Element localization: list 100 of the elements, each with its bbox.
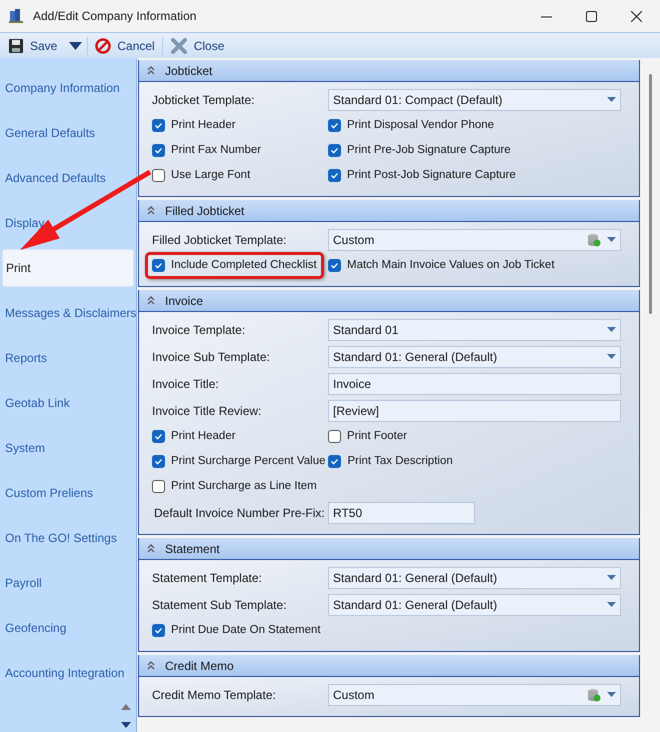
checkbox-label: Use Large Font: [171, 168, 250, 183]
sidebar-item[interactable]: Messages & Disclaimers: [0, 294, 136, 332]
checkbox-label: Match Main Invoice Values on Job Ticket: [347, 258, 555, 273]
checkbox-label: Print Pre-Job Signature Capture: [347, 142, 511, 158]
field-label: Filled Jobticket Template:: [152, 232, 288, 248]
dropdown-value: Standard 01: General (Default): [333, 596, 498, 614]
section-title: Credit Memo: [165, 658, 234, 674]
dropdown-value: Custom: [333, 232, 376, 248]
section-header[interactable]: Credit Memo: [139, 655, 639, 677]
collapse-chevron-icon: [147, 296, 155, 305]
sidebar-item[interactable]: Print: [2, 249, 134, 287]
dropdown-value: Standard 01: Compact (Default): [333, 92, 504, 108]
section-title: Invoice: [165, 292, 204, 310]
save-button[interactable]: Save: [6, 34, 60, 56]
section-header[interactable]: Jobticket: [139, 60, 639, 82]
checkbox[interactable]: [152, 430, 165, 443]
checkbox-label: Print Post-Job Signature Capture: [347, 168, 516, 183]
check-icon: [154, 432, 163, 441]
checkbox-label: Print Due Date On Statement: [171, 622, 321, 638]
checkbox[interactable]: [152, 259, 165, 272]
checkbox-label: Print Footer: [347, 428, 408, 444]
section-header[interactable]: Invoice: [139, 290, 639, 312]
checkbox[interactable]: [152, 144, 165, 157]
checkbox-label: Print Surcharge Percent Value: [171, 454, 326, 469]
sidebar-item[interactable]: Display: [0, 204, 136, 242]
checkbox[interactable]: [328, 259, 341, 272]
checkbox-label: Print Fax Number: [171, 142, 262, 158]
close-window-icon[interactable]: [631, 10, 642, 22]
sidebar-item[interactable]: Payroll: [0, 564, 136, 602]
dropdown-value: Standard 01: [333, 322, 400, 338]
section-header[interactable]: Filled Jobticket: [139, 200, 639, 222]
sidebar-item[interactable]: System: [0, 429, 136, 467]
sidebar-item[interactable]: Advanced Defaults: [0, 159, 136, 197]
collapse-chevron-icon: [147, 206, 155, 215]
checkbox[interactable]: [152, 169, 165, 182]
dropdown[interactable]: Custom: [328, 684, 621, 706]
checkbox[interactable]: [328, 169, 341, 182]
section-title: Statement: [165, 540, 220, 558]
check-icon: [154, 121, 163, 130]
dropdown[interactable]: Standard 01: [328, 318, 621, 340]
dropdown-caret-icon[interactable]: [69, 42, 82, 50]
close-button[interactable]: Close: [168, 34, 226, 56]
text-field[interactable]: [Review]: [328, 400, 621, 422]
checkbox[interactable]: [328, 119, 341, 132]
database-icon: [587, 688, 601, 702]
dropdown[interactable]: Standard 01: General (Default): [328, 566, 621, 588]
cancel-icon: [95, 38, 112, 54]
checkbox[interactable]: [328, 455, 342, 468]
scroll-up-icon[interactable]: [121, 704, 131, 710]
dropdown[interactable]: Standard 01: General (Default): [328, 346, 621, 368]
dropdown[interactable]: Standard 01: Compact (Default): [328, 88, 621, 110]
sidebar-item[interactable]: General Defaults: [0, 114, 136, 152]
field-label: Invoice Title Review:: [152, 402, 262, 420]
section-header[interactable]: Statement: [139, 538, 639, 560]
dropdown[interactable]: Standard 01: General (Default): [328, 594, 621, 616]
field-label: Credit Memo Template:: [152, 686, 277, 704]
check-icon: [330, 121, 339, 130]
database-icon: [587, 232, 601, 246]
dropdown-value: Standard 01: General (Default): [333, 348, 498, 366]
cancel-button[interactable]: Cancel: [93, 34, 157, 56]
window-title: Add/Edit Company Information: [33, 8, 198, 25]
checkbox-label: Include Completed Checklist: [171, 258, 317, 273]
checkbox-label: Print Disposal Vendor Phone: [347, 118, 494, 133]
text-field[interactable]: RT50: [328, 502, 475, 524]
check-icon: [330, 171, 339, 180]
sidebar-item[interactable]: Geotab Link: [0, 384, 136, 422]
scrollbar-thumb[interactable]: [648, 74, 652, 314]
checkbox[interactable]: [152, 455, 165, 468]
dropdown-caret-icon: [607, 237, 616, 242]
field-label: Statement Sub Template:: [152, 596, 288, 614]
section-title: Jobticket: [165, 62, 212, 80]
dropdown[interactable]: Custom: [328, 228, 621, 250]
checkbox[interactable]: [152, 624, 165, 637]
text-field[interactable]: Invoice: [328, 372, 621, 394]
scroll-down-icon[interactable]: [121, 722, 131, 728]
buildings-icon: [8, 8, 24, 24]
sidebar-item[interactable]: Custom Preliens: [0, 474, 136, 512]
check-icon: [330, 457, 340, 466]
collapse-chevron-icon: [147, 544, 155, 553]
check-icon: [330, 261, 339, 270]
sidebar-item[interactable]: Reports: [0, 339, 136, 377]
checkbox-label: Print Header: [171, 118, 236, 133]
sidebar-item[interactable]: On The GO! Settings: [0, 519, 136, 557]
sidebar-item[interactable]: Accounting Integration: [0, 654, 136, 692]
checkbox-label: Print Surcharge as Line Item: [171, 478, 317, 494]
maximize-icon[interactable]: [586, 10, 597, 22]
sidebar-item[interactable]: Geofencing: [0, 609, 136, 647]
dropdown-value: Standard 01: General (Default): [333, 570, 498, 586]
dropdown-caret-icon: [607, 97, 616, 102]
check-icon: [154, 626, 163, 635]
field-label: Invoice Sub Template:: [152, 348, 271, 366]
sidebar-item[interactable]: Company Information: [0, 69, 136, 107]
dropdown-caret-icon: [607, 602, 616, 607]
field-label: Default Invoice Number Pre-Fix:: [153, 504, 326, 522]
checkbox[interactable]: [152, 119, 165, 132]
checkbox[interactable]: [328, 144, 341, 157]
checkbox-label: Print Header: [171, 428, 236, 444]
check-icon: [154, 146, 163, 155]
checkbox[interactable]: [152, 480, 165, 493]
checkbox[interactable]: [328, 430, 341, 443]
